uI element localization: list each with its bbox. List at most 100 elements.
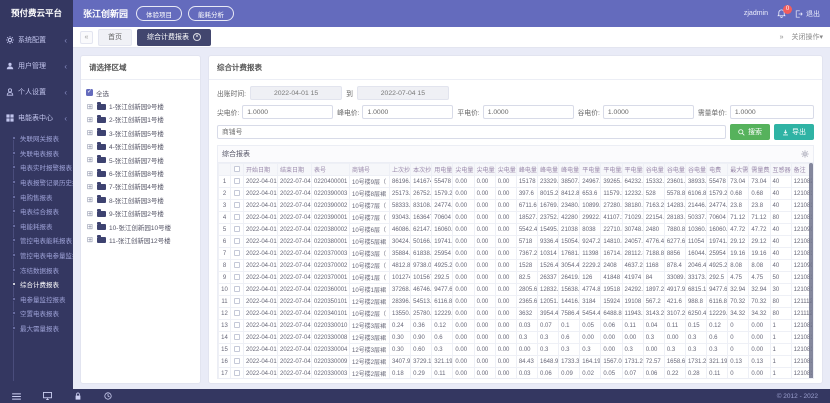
- tree-node-6[interactable]: ⊞7-张江创新园4号楼: [86, 180, 195, 193]
- sidebar-subitem-13[interactable]: 最大需量报表: [20, 321, 73, 336]
- price-input[interactable]: [730, 105, 814, 119]
- tree-node-8[interactable]: ⊞9-张江创新园2号楼: [86, 207, 195, 220]
- cell-表号: 0220330004: [312, 344, 350, 356]
- close-tab-icon[interactable]: ×: [193, 33, 201, 41]
- row-checkbox[interactable]: [234, 322, 240, 328]
- tree-node-3[interactable]: ⊞4-张江创新园6号楼: [86, 140, 195, 153]
- row-checkbox[interactable]: [234, 178, 240, 184]
- logout-button[interactable]: 退出: [795, 9, 820, 19]
- row-checkbox[interactable]: [234, 274, 240, 280]
- row-checkbox[interactable]: [234, 310, 240, 316]
- tab-home[interactable]: 首页: [98, 29, 132, 46]
- sidebar-subitem-9[interactable]: 冻结数据报表: [20, 262, 73, 277]
- cell-平电量终: 1731.24: [622, 356, 643, 368]
- price-input[interactable]: [603, 105, 694, 119]
- cell-平电量起: 39265.2: [601, 176, 622, 188]
- sidebar-item-system-config[interactable]: 系统配置 ‹: [0, 27, 73, 53]
- tree-node-0[interactable]: ⊞1-张江创新园9号楼: [86, 99, 195, 112]
- bullet-icon: [12, 282, 16, 286]
- row-checkbox[interactable]: [234, 214, 240, 220]
- sidebar-subitem-1[interactable]: 失联电表报表: [20, 146, 73, 161]
- row-checkbox[interactable]: [234, 298, 240, 304]
- cell-谷电量终: 0.3: [685, 344, 706, 356]
- date-to-input[interactable]: [357, 86, 449, 100]
- tree-node-9[interactable]: ⊞10-张江创新园10号楼: [86, 220, 195, 233]
- close-operations-dropdown[interactable]: 关闭操作▾: [791, 32, 823, 42]
- expand-node-icon[interactable]: ⊞: [86, 209, 94, 218]
- row-checkbox[interactable]: [234, 346, 240, 352]
- expand-node-icon[interactable]: ⊞: [86, 128, 94, 137]
- cell-谷电量终: 1731.23: [685, 356, 706, 368]
- tree-node-10[interactable]: ⊞11-张江创新园12号楼: [86, 233, 195, 246]
- tree-node-7[interactable]: ⊞8-张江创新园3号楼: [86, 193, 195, 206]
- row-checkbox[interactable]: [234, 226, 240, 232]
- expand-node-icon[interactable]: ⊞: [86, 155, 94, 164]
- sidebar-subitem-12[interactable]: 空置电表报表: [20, 306, 73, 321]
- cell-开始日期: 2022-04-01: [244, 344, 278, 356]
- cell-结束日期: 2022-07-04: [278, 356, 312, 368]
- price-input[interactable]: [483, 105, 574, 119]
- column-header-12: 峰电量终: [559, 164, 580, 176]
- tree-node-1[interactable]: ⊞2-张江创新园1号楼: [86, 113, 195, 126]
- energy-analysis-button[interactable]: 能耗分析: [188, 6, 234, 21]
- tree-node-2[interactable]: ⊞3-张江创新园5号楼: [86, 126, 195, 139]
- expand-node-icon[interactable]: ⊞: [86, 222, 94, 231]
- shop-number-input[interactable]: [217, 125, 726, 139]
- sidebar-subitem-3[interactable]: 电表报警记录历史报表: [20, 175, 73, 190]
- tab-billing-report[interactable]: 综合计费报表 ×: [137, 29, 211, 46]
- date-from-input[interactable]: [250, 86, 342, 100]
- tree-node-4[interactable]: ⊞5-张江创新园7号楼: [86, 153, 195, 166]
- price-input[interactable]: [362, 105, 453, 119]
- select-all-checkbox[interactable]: ✓: [86, 89, 93, 96]
- row-checkbox[interactable]: [234, 286, 240, 292]
- row-checkbox[interactable]: [234, 202, 240, 208]
- column-header-14: 平电量起: [601, 164, 622, 176]
- sidebar-subitem-5[interactable]: 电表综合报表: [20, 204, 73, 219]
- sidebar-subitem-0[interactable]: 失联网关报表: [20, 131, 73, 146]
- sidebar-subitem-7[interactable]: 管控电表能耗报表: [20, 233, 73, 248]
- cell-开始日期: 2022-04-01: [244, 212, 278, 224]
- cell-峰电量: 84.43: [516, 356, 537, 368]
- scroll-tabs-left-button[interactable]: «: [80, 31, 93, 44]
- menu-icon[interactable]: [12, 393, 21, 400]
- sidebar-subitem-4[interactable]: 电购售报表: [20, 189, 73, 204]
- column-settings-icon[interactable]: [801, 150, 809, 158]
- sidebar-item-personal-settings[interactable]: 个人设置 ‹: [0, 79, 73, 105]
- row-checkbox[interactable]: [234, 262, 240, 268]
- sidebar-subitem-10[interactable]: 综合计费报表: [20, 277, 73, 292]
- expand-node-icon[interactable]: ⊞: [86, 169, 94, 178]
- sidebar-subitem-8[interactable]: 管控电表电参量监控: [20, 248, 73, 263]
- expand-node-icon[interactable]: ⊞: [86, 115, 94, 124]
- sidebar-subitem-2[interactable]: 电表实时报警报表: [20, 160, 73, 175]
- cell-表号: 0220400001: [312, 176, 350, 188]
- search-button[interactable]: 搜索: [730, 124, 770, 140]
- sidebar-subitem-6[interactable]: 电能耗报表: [20, 219, 73, 234]
- expand-node-icon[interactable]: ⊞: [86, 142, 94, 151]
- vertical-scrollbar[interactable]: [809, 163, 813, 379]
- sidebar-item-user-management[interactable]: 用户管理 ‹: [0, 53, 73, 79]
- export-button[interactable]: 导出: [774, 124, 814, 140]
- scroll-tabs-right-button[interactable]: »: [780, 34, 784, 41]
- lock-icon[interactable]: [74, 392, 82, 400]
- expand-node-icon[interactable]: ⊞: [86, 182, 94, 191]
- row-checkbox[interactable]: [234, 334, 240, 340]
- cell-本次抄表: 62147.20: [411, 224, 432, 236]
- notification-bell-icon[interactable]: 0: [777, 9, 786, 18]
- price-input[interactable]: [242, 105, 333, 119]
- monitor-icon[interactable]: [43, 392, 52, 400]
- row-checkbox[interactable]: [234, 358, 240, 364]
- tree-node-5[interactable]: ⊞6-张江创新园8号楼: [86, 166, 195, 179]
- row-checkbox[interactable]: [234, 238, 240, 244]
- experience-project-button[interactable]: 体验项目: [136, 6, 182, 21]
- row-checkbox[interactable]: [234, 370, 240, 376]
- select-all-rows-checkbox[interactable]: [234, 166, 240, 172]
- sidebar-subitem-11[interactable]: 电参量监控报表: [20, 292, 73, 307]
- select-all-node[interactable]: ✓ 全选: [86, 86, 195, 99]
- expand-node-icon[interactable]: ⊞: [86, 235, 94, 244]
- sidebar-item-meter-center[interactable]: 电能表中心 ‹: [0, 105, 73, 131]
- expand-node-icon[interactable]: ⊞: [86, 195, 94, 204]
- expand-node-icon[interactable]: ⊞: [86, 102, 94, 111]
- history-icon[interactable]: [104, 392, 112, 400]
- row-checkbox[interactable]: [234, 190, 240, 196]
- row-checkbox[interactable]: [234, 250, 240, 256]
